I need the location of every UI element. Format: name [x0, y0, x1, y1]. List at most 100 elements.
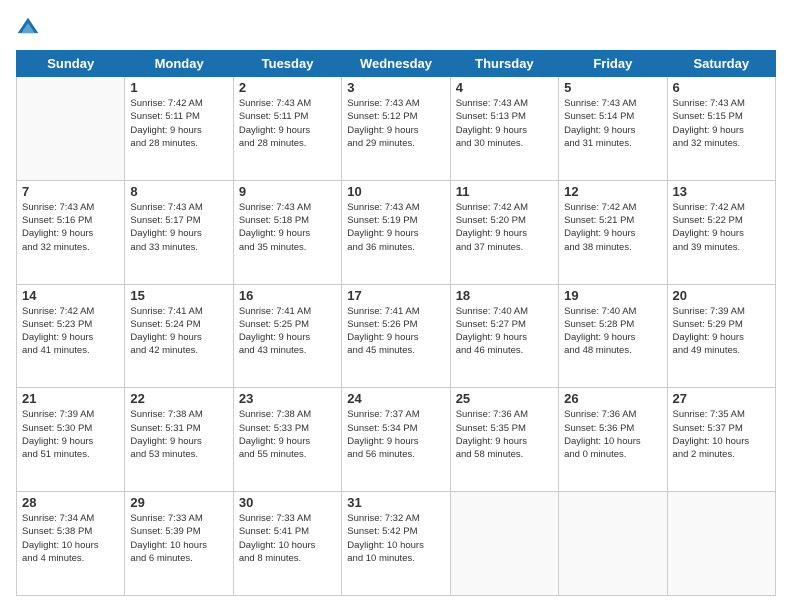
calendar-cell: 9 Sunrise: 7:43 AM Sunset: 5:18 PM Daylig… [233, 180, 341, 284]
day-number: 25 [456, 391, 553, 406]
day-number: 23 [239, 391, 336, 406]
day-info: Sunrise: 7:43 AM Sunset: 5:11 PM Dayligh… [239, 97, 336, 150]
day-info: Sunrise: 7:38 AM Sunset: 5:33 PM Dayligh… [239, 408, 336, 461]
day-number: 11 [456, 184, 553, 199]
calendar-cell [17, 77, 125, 181]
day-info: Sunrise: 7:39 AM Sunset: 5:30 PM Dayligh… [22, 408, 119, 461]
day-info: Sunrise: 7:43 AM Sunset: 5:18 PM Dayligh… [239, 201, 336, 254]
day-number: 4 [456, 80, 553, 95]
calendar-cell: 24Sunrise: 7:37 AM Sunset: 5:34 PM Dayli… [342, 388, 450, 492]
day-info: Sunrise: 7:42 AM Sunset: 5:20 PM Dayligh… [456, 201, 553, 254]
day-number: 15 [130, 288, 227, 303]
day-info: Sunrise: 7:34 AM Sunset: 5:38 PM Dayligh… [22, 512, 119, 565]
weekday-sunday: Sunday [17, 51, 125, 77]
day-info: Sunrise: 7:42 AM Sunset: 5:21 PM Dayligh… [564, 201, 661, 254]
calendar-cell: 13 Sunrise: 7:42 AM Sunset: 5:22 PM Dayli… [667, 180, 775, 284]
week-row-3: 21 Sunrise: 7:39 AM Sunset: 5:30 PM Dayli… [17, 388, 776, 492]
day-number: 14 [22, 288, 119, 303]
calendar-cell: 16 Sunrise: 7:41 AM Sunset: 5:25 PM Dayli… [233, 284, 341, 388]
calendar-cell: 12Sunrise: 7:42 AM Sunset: 5:21 PM Dayli… [559, 180, 667, 284]
day-number: 13 [673, 184, 770, 199]
calendar-cell: 31 Sunrise: 7:32 AM Sunset: 5:42 PM Dayli… [342, 492, 450, 596]
calendar-cell: 3Sunrise: 7:43 AM Sunset: 5:12 PM Daylig… [342, 77, 450, 181]
calendar-cell: 7 Sunrise: 7:43 AM Sunset: 5:16 PM Daylig… [17, 180, 125, 284]
calendar-cell: 11 Sunrise: 7:42 AM Sunset: 5:20 PM Dayli… [450, 180, 558, 284]
day-info: Sunrise: 7:33 AM Sunset: 5:41 PM Dayligh… [239, 512, 336, 565]
day-number: 3 [347, 80, 444, 95]
day-number: 6 [673, 80, 770, 95]
calendar-cell: 15 Sunrise: 7:41 AM Sunset: 5:24 PM Dayli… [125, 284, 233, 388]
day-number: 21 [22, 391, 119, 406]
weekday-monday: Monday [125, 51, 233, 77]
calendar-cell: 23 Sunrise: 7:38 AM Sunset: 5:33 PM Dayli… [233, 388, 341, 492]
calendar-cell: 4 Sunrise: 7:43 AM Sunset: 5:13 PM Daylig… [450, 77, 558, 181]
day-info: Sunrise: 7:43 AM Sunset: 5:16 PM Dayligh… [22, 201, 119, 254]
calendar-cell: 17Sunrise: 7:41 AM Sunset: 5:26 PM Dayli… [342, 284, 450, 388]
calendar-cell [450, 492, 558, 596]
calendar-cell: 2 Sunrise: 7:43 AM Sunset: 5:11 PM Daylig… [233, 77, 341, 181]
day-info: Sunrise: 7:43 AM Sunset: 5:13 PM Dayligh… [456, 97, 553, 150]
weekday-friday: Friday [559, 51, 667, 77]
calendar-cell [667, 492, 775, 596]
day-number: 27 [673, 391, 770, 406]
calendar-cell: 19 Sunrise: 7:40 AM Sunset: 5:28 PM Dayli… [559, 284, 667, 388]
weekday-header-row: SundayMondayTuesdayWednesdayThursdayFrid… [17, 51, 776, 77]
calendar-table: SundayMondayTuesdayWednesdayThursdayFrid… [16, 50, 776, 596]
day-number: 16 [239, 288, 336, 303]
day-info: Sunrise: 7:40 AM Sunset: 5:28 PM Dayligh… [564, 305, 661, 358]
day-info: Sunrise: 7:43 AM Sunset: 5:15 PM Dayligh… [673, 97, 770, 150]
calendar-cell: 25Sunrise: 7:36 AM Sunset: 5:35 PM Dayli… [450, 388, 558, 492]
day-info: Sunrise: 7:39 AM Sunset: 5:29 PM Dayligh… [673, 305, 770, 358]
day-info: Sunrise: 7:43 AM Sunset: 5:17 PM Dayligh… [130, 201, 227, 254]
weekday-wednesday: Wednesday [342, 51, 450, 77]
day-number: 18 [456, 288, 553, 303]
calendar-cell: 1Sunrise: 7:42 AM Sunset: 5:11 PM Daylig… [125, 77, 233, 181]
calendar-cell: 29 Sunrise: 7:33 AM Sunset: 5:39 PM Dayli… [125, 492, 233, 596]
day-number: 17 [347, 288, 444, 303]
day-info: Sunrise: 7:43 AM Sunset: 5:19 PM Dayligh… [347, 201, 444, 254]
day-number: 9 [239, 184, 336, 199]
logo [16, 16, 44, 40]
day-info: Sunrise: 7:41 AM Sunset: 5:24 PM Dayligh… [130, 305, 227, 358]
calendar-cell: 26 Sunrise: 7:36 AM Sunset: 5:36 PM Dayli… [559, 388, 667, 492]
day-number: 31 [347, 495, 444, 510]
day-number: 29 [130, 495, 227, 510]
day-info: Sunrise: 7:36 AM Sunset: 5:36 PM Dayligh… [564, 408, 661, 461]
weekday-tuesday: Tuesday [233, 51, 341, 77]
day-info: Sunrise: 7:42 AM Sunset: 5:22 PM Dayligh… [673, 201, 770, 254]
day-number: 26 [564, 391, 661, 406]
day-info: Sunrise: 7:41 AM Sunset: 5:25 PM Dayligh… [239, 305, 336, 358]
calendar-cell: 22Sunrise: 7:38 AM Sunset: 5:31 PM Dayli… [125, 388, 233, 492]
day-info: Sunrise: 7:43 AM Sunset: 5:14 PM Dayligh… [564, 97, 661, 150]
calendar-cell: 30 Sunrise: 7:33 AM Sunset: 5:41 PM Dayli… [233, 492, 341, 596]
calendar-cell: 14 Sunrise: 7:42 AM Sunset: 5:23 PM Dayli… [17, 284, 125, 388]
day-info: Sunrise: 7:33 AM Sunset: 5:39 PM Dayligh… [130, 512, 227, 565]
logo-icon [16, 16, 40, 40]
day-info: Sunrise: 7:32 AM Sunset: 5:42 PM Dayligh… [347, 512, 444, 565]
calendar-cell: 21 Sunrise: 7:39 AM Sunset: 5:30 PM Dayli… [17, 388, 125, 492]
day-info: Sunrise: 7:42 AM Sunset: 5:23 PM Dayligh… [22, 305, 119, 358]
day-number: 30 [239, 495, 336, 510]
week-row-2: 14 Sunrise: 7:42 AM Sunset: 5:23 PM Dayli… [17, 284, 776, 388]
calendar-cell: 20 Sunrise: 7:39 AM Sunset: 5:29 PM Dayli… [667, 284, 775, 388]
day-info: Sunrise: 7:40 AM Sunset: 5:27 PM Dayligh… [456, 305, 553, 358]
page: SundayMondayTuesdayWednesdayThursdayFrid… [0, 0, 792, 612]
day-number: 20 [673, 288, 770, 303]
day-number: 2 [239, 80, 336, 95]
week-row-1: 7 Sunrise: 7:43 AM Sunset: 5:16 PM Daylig… [17, 180, 776, 284]
day-number: 24 [347, 391, 444, 406]
day-number: 10 [347, 184, 444, 199]
day-number: 7 [22, 184, 119, 199]
weekday-thursday: Thursday [450, 51, 558, 77]
day-info: Sunrise: 7:42 AM Sunset: 5:11 PM Dayligh… [130, 97, 227, 150]
week-row-4: 28 Sunrise: 7:34 AM Sunset: 5:38 PM Dayli… [17, 492, 776, 596]
day-number: 28 [22, 495, 119, 510]
calendar-cell: 8Sunrise: 7:43 AM Sunset: 5:17 PM Daylig… [125, 180, 233, 284]
day-info: Sunrise: 7:38 AM Sunset: 5:31 PM Dayligh… [130, 408, 227, 461]
calendar-cell: 18 Sunrise: 7:40 AM Sunset: 5:27 PM Dayli… [450, 284, 558, 388]
day-number: 19 [564, 288, 661, 303]
calendar-cell: 5Sunrise: 7:43 AM Sunset: 5:14 PM Daylig… [559, 77, 667, 181]
calendar-cell: 28 Sunrise: 7:34 AM Sunset: 5:38 PM Dayli… [17, 492, 125, 596]
weekday-saturday: Saturday [667, 51, 775, 77]
header [16, 16, 776, 40]
